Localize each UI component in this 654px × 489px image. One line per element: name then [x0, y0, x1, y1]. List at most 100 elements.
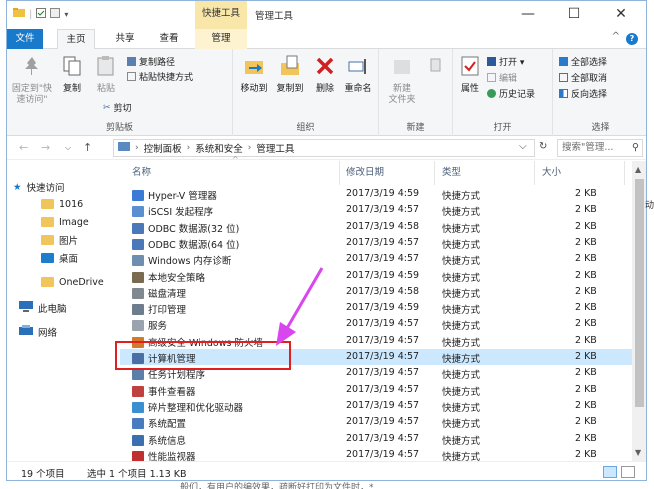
new-item-icon	[425, 57, 447, 77]
select-all-button[interactable]: 全部选择	[559, 55, 607, 68]
delete-button[interactable]: 删除	[311, 55, 339, 95]
file-row[interactable]: ODBC 数据源(64 位) 2017/3/19 4:57 快捷方式 2 KB	[120, 235, 632, 251]
open-button[interactable]: 打开 ▾	[487, 55, 524, 68]
breadcrumb-control-panel[interactable]: 控制面板	[144, 141, 182, 155]
history-button[interactable]: 历史记录	[487, 87, 535, 100]
file-size: 2 KB	[575, 367, 597, 379]
invert-selection-button[interactable]: 反向选择	[559, 87, 607, 100]
new-item-button[interactable]	[425, 57, 447, 80]
maximize-button[interactable]: ☐	[551, 1, 597, 29]
tab-view[interactable]: 查看	[151, 29, 187, 49]
scroll-down-icon[interactable]: ▼	[635, 448, 641, 457]
nav-label: 网络	[38, 328, 58, 339]
copy-button[interactable]: 复制	[57, 55, 87, 95]
nav-item-image[interactable]: Image	[7, 213, 119, 231]
file-name-cell: 事件查看器	[132, 384, 196, 398]
file-row[interactable]: Hyper-V 管理器 2017/3/19 4:59 快捷方式 2 KB	[120, 186, 632, 202]
column-header-name[interactable]: 名称	[132, 164, 151, 178]
details-view-icon[interactable]	[603, 466, 617, 478]
file-row[interactable]: 磁盘清理 2017/3/19 4:58 快捷方式 2 KB	[120, 284, 632, 300]
file-date: 2017/3/19 4:57	[346, 236, 420, 248]
large-icons-view-icon[interactable]	[621, 466, 635, 478]
tab-file[interactable]: 文件	[7, 29, 43, 49]
file-date: 2017/3/19 4:59	[346, 188, 420, 199]
rename-button[interactable]: 重命名	[341, 55, 375, 95]
help-icon[interactable]: ?	[626, 33, 638, 45]
cut-button[interactable]: ✂ 剪切	[103, 101, 132, 115]
properties-button[interactable]: 属性	[457, 55, 483, 95]
organize-group: 移动到 复制到 删除 重命名 组织	[233, 49, 379, 136]
nav-item-1016[interactable]: 1016	[7, 195, 119, 213]
ribbon-collapse-icon[interactable]: ^	[612, 31, 620, 42]
new-folder-button[interactable]: 新建 文件夹	[383, 55, 421, 106]
file-row[interactable]: 系统信息 2017/3/19 4:57 快捷方式 2 KB	[120, 431, 632, 447]
edit-icon	[487, 73, 496, 82]
file-row[interactable]: 高级安全 Windows 防火墙 2017/3/19 4:57 快捷方式 2 KB	[120, 333, 632, 349]
close-button[interactable]: ✕	[598, 1, 644, 29]
tab-share[interactable]: 共享	[107, 29, 143, 49]
column-divider[interactable]	[434, 161, 435, 185]
nav-item-this-pc[interactable]: 此电脑	[7, 299, 119, 317]
nav-item-desktop[interactable]: 桌面	[7, 249, 119, 267]
file-row[interactable]: 服务 2017/3/19 4:57 快捷方式 2 KB	[120, 316, 632, 332]
file-row[interactable]: 本地安全策略 2017/3/19 4:59 快捷方式 2 KB	[120, 268, 632, 284]
file-row[interactable]: iSCSI 发起程序 2017/3/19 4:57 快捷方式 2 KB	[120, 202, 632, 218]
scroll-up-icon[interactable]: ▲	[635, 165, 641, 174]
breadcrumb-system-security[interactable]: 系统和安全	[195, 141, 243, 155]
qat-dropdown-icon[interactable]: ▾	[64, 10, 68, 19]
column-divider[interactable]	[534, 161, 535, 185]
column-header-size[interactable]: 大小	[542, 164, 561, 178]
file-row[interactable]: 计算机管理 2017/3/19 4:57 快捷方式 2 KB	[120, 349, 632, 365]
pin-quick-access-button[interactable]: 固定到"快速访问"	[11, 55, 53, 106]
file-type: 快捷方式	[442, 370, 481, 382]
address-dropdown-icon[interactable]: ⌵	[519, 141, 527, 152]
file-row[interactable]: 系统配置 2017/3/19 4:57 快捷方式 2 KB	[120, 414, 632, 430]
back-arrow-icon[interactable]: ←	[19, 141, 28, 154]
scrollbar-thumb[interactable]	[635, 179, 644, 407]
up-arrow-icon[interactable]: ↑	[83, 141, 92, 154]
tab-home[interactable]: 主页	[57, 29, 95, 50]
refresh-icon[interactable]: ↻	[539, 141, 547, 152]
item-count: 19 个项目	[21, 469, 65, 480]
file-date: 2017/3/19 4:57	[346, 383, 420, 395]
search-input[interactable]: 搜索"管理... ⚲	[557, 139, 643, 157]
properties-qat-icon[interactable]	[36, 8, 47, 21]
file-type: 快捷方式	[442, 354, 481, 365]
file-row[interactable]: 任务计划程序 2017/3/19 4:57 快捷方式 2 KB	[120, 365, 632, 381]
copy-to-label: 复制到	[276, 84, 304, 94]
open-group-label: 打开	[493, 123, 512, 133]
column-header-date[interactable]: 修改日期	[346, 164, 384, 178]
forward-arrow-icon[interactable]: →	[41, 141, 50, 154]
search-icon: ⚲	[632, 142, 639, 153]
column-divider[interactable]	[339, 161, 340, 185]
minimize-button[interactable]: —	[505, 1, 551, 29]
shortcut-icon	[132, 206, 144, 218]
paste-shortcut-label: 粘贴快捷方式	[139, 73, 194, 83]
file-date: 2017/3/19 4:57	[346, 318, 420, 330]
nav-item-onedrive[interactable]: OneDrive	[7, 273, 119, 291]
sort-indicator-icon: ^	[232, 155, 239, 164]
new-folder-qat-icon[interactable]	[50, 8, 61, 21]
file-row[interactable]: 打印管理 2017/3/19 4:59 快捷方式 2 KB	[120, 300, 632, 316]
paste-shortcut-button[interactable]: 粘贴快捷方式	[127, 70, 193, 83]
paste-button[interactable]: 粘贴	[91, 55, 121, 95]
nav-item-network[interactable]: 网络	[7, 323, 119, 341]
edit-button[interactable]: 编辑	[487, 71, 517, 84]
tab-manage[interactable]: 管理	[195, 29, 247, 49]
file-row[interactable]: ODBC 数据源(32 位) 2017/3/19 4:58 快捷方式 2 KB	[120, 219, 632, 235]
nav-item-quick-access[interactable]: ★ 快速访问	[7, 178, 119, 196]
recent-dropdown-icon[interactable]: ⌵	[65, 143, 71, 153]
column-header-type[interactable]: 类型	[442, 164, 461, 178]
copy-path-button[interactable]: 复制路径	[127, 55, 175, 68]
column-divider[interactable]	[624, 161, 625, 185]
nav-item-pictures[interactable]: 图片	[7, 231, 119, 249]
shortcut-icon	[132, 385, 144, 397]
file-row[interactable]: Windows 内存诊断 2017/3/19 4:57 快捷方式 2 KB	[120, 251, 632, 267]
file-row[interactable]: 事件查看器 2017/3/19 4:57 快捷方式 2 KB	[120, 382, 632, 398]
file-row[interactable]: 碎片整理和优化驱动器 2017/3/19 4:57 快捷方式 2 KB	[120, 398, 632, 414]
move-to-button[interactable]: 移动到	[237, 55, 271, 95]
address-bar[interactable]: › 控制面板 › 系统和安全 › 管理工具	[113, 139, 535, 157]
breadcrumb-admin-tools[interactable]: 管理工具	[256, 141, 294, 155]
select-none-button[interactable]: 全部取消	[559, 71, 607, 84]
copy-to-button[interactable]: 复制到	[273, 55, 307, 95]
